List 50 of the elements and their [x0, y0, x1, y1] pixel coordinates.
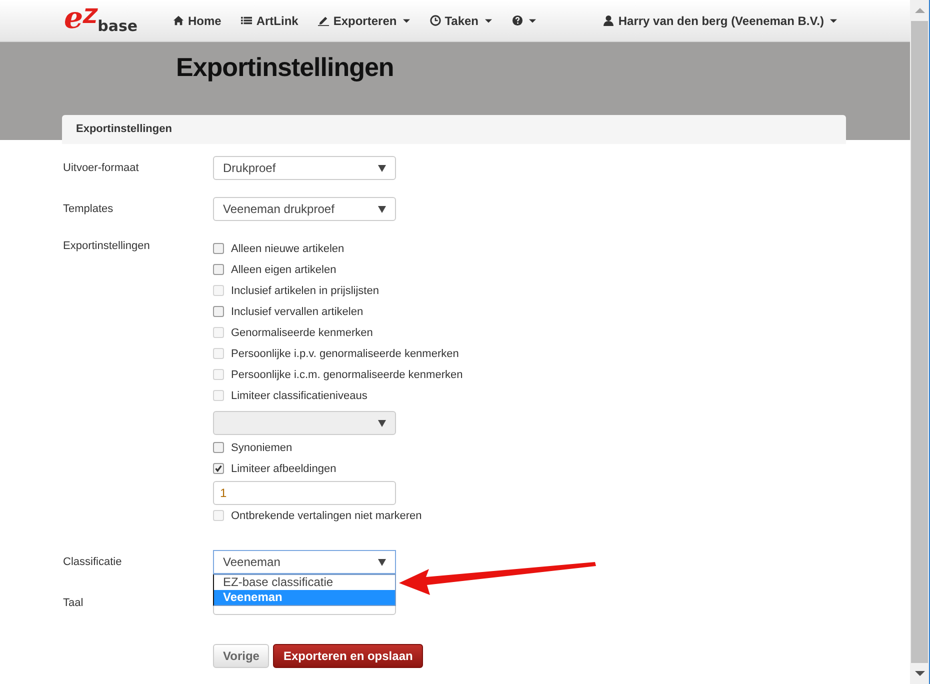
- checkbox-label: Synoniemen: [231, 442, 292, 454]
- dropdown-option[interactable]: EZ-base classificatie: [214, 575, 395, 590]
- form-button[interactable]: Vorige: [213, 644, 270, 668]
- checkbox-label: Alleen eigen artikelen: [231, 264, 336, 276]
- checkbox-label: Genormaliseerde kenmerken: [231, 326, 373, 338]
- caret-icon: [378, 164, 386, 172]
- nav-link[interactable]: Home: [173, 14, 222, 28]
- select-field[interactable]: Veeneman: [213, 550, 396, 574]
- list-icon: [241, 15, 252, 26]
- checkbox-label: Limiteer classificatieniveaus: [231, 390, 368, 402]
- field-label: Taal: [63, 596, 84, 611]
- page-title: Exportinstellingen: [175, 51, 395, 84]
- checkbox-label: Ontbrekende vertalingen niet markeren: [231, 510, 422, 522]
- checkbox-label: Alleen nieuwe artikelen: [231, 242, 344, 254]
- checkbox-label: Inclusief vervallen artikelen: [231, 306, 364, 318]
- scroll-thumb[interactable]: [911, 21, 928, 663]
- field-label: Exportinstellingen: [63, 239, 151, 254]
- field-label: Templates: [63, 202, 114, 217]
- checkbox-label: Persoonlijke i.c.m. genormaliseerde kenmerken: [231, 368, 463, 380]
- home-icon: [173, 15, 184, 26]
- checkbox-label: Limiteer afbeeldingen: [231, 462, 336, 474]
- caret-icon: [378, 558, 386, 566]
- pen-icon: [318, 15, 330, 26]
- checkbox[interactable]: [213, 463, 224, 474]
- select-field[interactable]: Veeneman drukproef: [213, 197, 396, 221]
- checkbox[interactable]: [213, 306, 224, 317]
- caret-icon: [378, 206, 386, 212]
- nav-link[interactable]: [512, 14, 536, 28]
- caret-icon: [378, 420, 386, 426]
- text-field[interactable]: 1: [213, 481, 396, 505]
- checkbox-label: Persoonlijke i.p.v. genormaliseerde kenmerken: [231, 348, 459, 360]
- field-label: Classificatie: [63, 555, 123, 570]
- nav-link[interactable]: Taken: [430, 14, 492, 28]
- nav-link[interactable]: Exporteren: [318, 14, 410, 28]
- nav-link[interactable]: ArtLink: [241, 14, 298, 28]
- clock-icon: [430, 15, 441, 26]
- field-label: Uitvoer-formaat: [63, 161, 140, 176]
- scroll-up-icon[interactable]: [914, 8, 924, 13]
- panel-heading: Exportinstellingen: [62, 115, 846, 144]
- form-button[interactable]: Exporteren en opslaan: [273, 644, 423, 668]
- checkbox[interactable]: [213, 264, 224, 275]
- user-icon: [603, 15, 614, 26]
- user-menu[interactable]: Harry van den berg (Veeneman B.V.): [603, 14, 837, 28]
- checkbox[interactable]: [213, 243, 224, 254]
- help-icon: [512, 15, 522, 26]
- scroll-down-icon[interactable]: [914, 671, 924, 676]
- select-field[interactable]: Drukproef: [213, 156, 396, 180]
- checkbox[interactable]: [213, 442, 224, 453]
- scrollbar[interactable]: [910, 0, 930, 684]
- checkbox-label: Inclusief artikelen in prijslijsten: [231, 284, 379, 296]
